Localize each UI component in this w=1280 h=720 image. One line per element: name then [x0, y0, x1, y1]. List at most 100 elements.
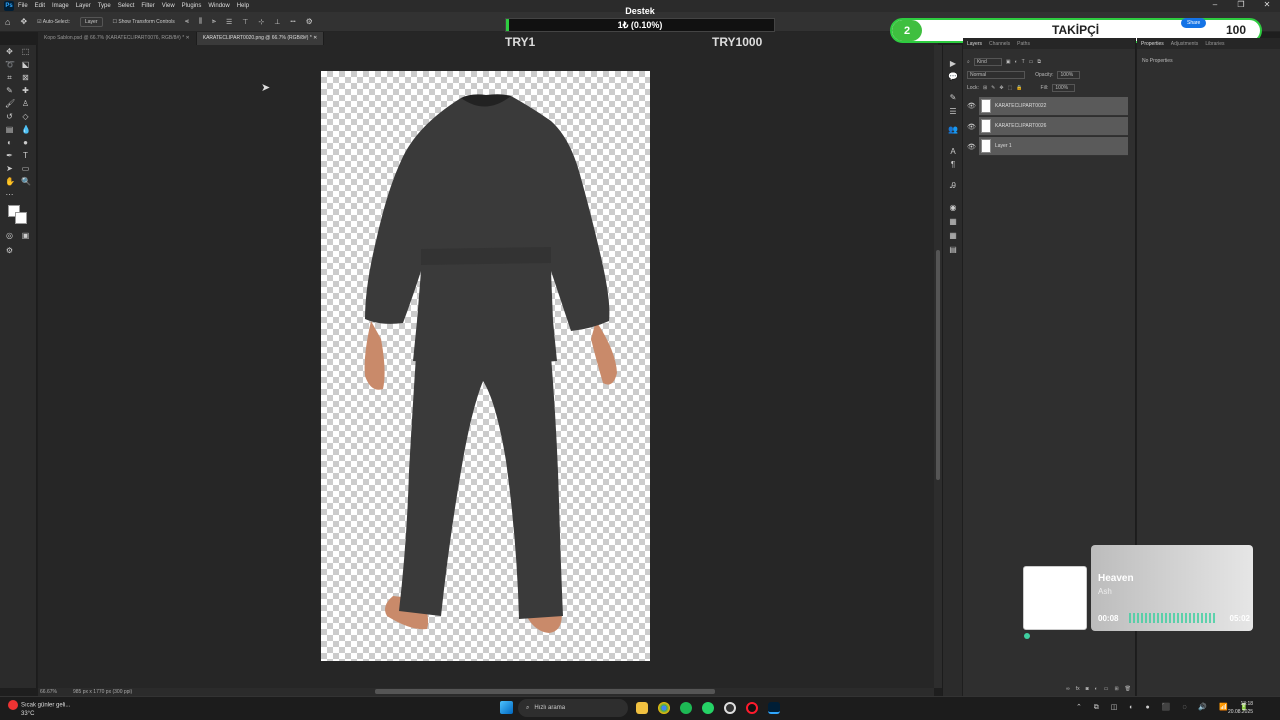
menu-select[interactable]: Select [118, 3, 135, 9]
weather-widget[interactable]: Sıcak günler geli... 33°C [8, 700, 70, 718]
blend-mode-dropdown[interactable]: Normal [967, 70, 1026, 79]
menu-window[interactable]: Window [208, 3, 229, 9]
table-icon[interactable]: ▦ [947, 231, 959, 241]
people-icon[interactable]: 👥 [947, 125, 959, 135]
filter-smart-icon[interactable]: ⧉ [1037, 59, 1041, 65]
swatches-icon[interactable]: ▤ [947, 245, 959, 255]
zoom-level[interactable]: 66.67% [40, 689, 57, 695]
more-tools-icon[interactable]: ⋯ [5, 190, 14, 199]
horizontal-scrollbar-thumb[interactable] [375, 689, 715, 694]
zoom-tool-icon[interactable]: 🔍 [21, 177, 31, 186]
menu-image[interactable]: Image [52, 3, 69, 9]
blur-tool-icon[interactable]: 💧 [21, 125, 31, 134]
menu-layer[interactable]: Layer [76, 3, 91, 9]
photoshop-taskbar-icon[interactable] [768, 702, 780, 714]
move-tool-icon[interactable]: ✥ [5, 47, 14, 56]
quick-mask-icon[interactable]: ◎ [5, 231, 14, 240]
type-tool-icon[interactable]: T [21, 151, 30, 160]
lasso-tool-icon[interactable]: ➰ [5, 60, 15, 69]
filter-adjust-icon[interactable]: ◐ [1015, 59, 1018, 65]
healing-tool-icon[interactable]: ✚ [21, 86, 30, 95]
layer-row[interactable]: Layer 1 [979, 137, 1128, 156]
fx-icon[interactable]: fx [1076, 686, 1080, 692]
system-tray-icons[interactable]: ⌃ ⧉ ◫ ◐ ● ⬛ ◌ 🔊 📶 🔋 [1076, 703, 1253, 712]
menu-help[interactable]: Help [237, 3, 249, 9]
menu-view[interactable]: View [162, 3, 175, 9]
tab-libraries[interactable]: Libraries [1205, 41, 1224, 47]
hand-tool-icon[interactable]: ✋ [5, 177, 15, 186]
path-select-tool-icon[interactable]: ➤ [5, 164, 14, 173]
edit-toolbar-icon[interactable]: ⚙ [5, 246, 14, 255]
visibility-eye-icon[interactable]: 👁 [967, 103, 976, 111]
minimize-button[interactable]: – [1202, 0, 1228, 12]
spotify-icon[interactable] [680, 702, 692, 714]
tab-channels[interactable]: Channels [989, 41, 1010, 47]
opera-icon[interactable] [746, 702, 758, 714]
vertical-scrollbar-thumb[interactable] [936, 250, 940, 480]
menu-filter[interactable]: Filter [141, 3, 154, 9]
menu-plugins[interactable]: Plugins [182, 3, 202, 9]
align-center-icon[interactable]: ⫼ [199, 18, 202, 26]
brush-tool-icon[interactable]: 🖌 [5, 99, 15, 108]
gear-icon[interactable]: ⚙ [306, 17, 313, 26]
group-icon[interactable]: ▭ [1104, 686, 1109, 692]
lock-pixels-icon[interactable]: ⊞ [983, 85, 987, 91]
tab-kopo-sablon[interactable]: Kopo Sablon.psd @ 66.7% (KARATECLIPART00… [38, 32, 197, 45]
whatsapp-icon[interactable] [702, 702, 714, 714]
layers-comp-icon[interactable]: ▦ [947, 217, 959, 227]
document-canvas[interactable] [321, 71, 650, 661]
paragraph-icon[interactable]: ¶ [947, 160, 959, 170]
new-layer-icon[interactable]: ⊞ [1114, 686, 1118, 692]
align-top-icon[interactable]: ⊤ [242, 18, 248, 26]
lock-artboard-icon[interactable]: ⬚ [1008, 85, 1013, 91]
visibility-eye-icon[interactable]: 👁 [967, 124, 976, 132]
rectangle-tool-icon[interactable]: ▭ [21, 164, 30, 173]
character-icon[interactable]: A [947, 147, 959, 157]
maximize-button[interactable]: ❐ [1228, 0, 1254, 12]
eraser-tool-icon[interactable]: ◇ [21, 112, 30, 121]
tab-layers[interactable]: Layers [967, 41, 982, 47]
brush-settings-icon[interactable]: ✎ [947, 93, 959, 103]
tab-paths[interactable]: Paths [1017, 41, 1030, 47]
windows-start-icon[interactable] [500, 701, 513, 714]
stamp-tool-icon[interactable]: ♙ [21, 99, 30, 108]
auto-select-checkbox[interactable]: ☑ Auto-Select: [37, 19, 70, 25]
transform-controls-checkbox[interactable]: ☐ Show Transform Controls [113, 19, 175, 25]
object-select-tool-icon[interactable]: ⬕ [21, 60, 30, 69]
menu-type[interactable]: Type [98, 3, 111, 9]
layer-select-dropdown[interactable]: Layer [80, 16, 103, 27]
smudge-tool-icon[interactable]: ● [21, 138, 30, 147]
tab-properties[interactable]: Properties [1141, 41, 1164, 47]
share-button[interactable]: Share [1181, 18, 1207, 28]
gradient-tool-icon[interactable]: ▤ [5, 125, 14, 134]
3d-icon[interactable]: ◉ [947, 203, 959, 213]
align-right-icon[interactable]: ⫸ [212, 18, 216, 26]
layer-row[interactable]: KARATECLIPART0022 [979, 97, 1128, 116]
more-options-button[interactable]: ••• [290, 19, 295, 25]
dodge-tool-icon[interactable]: ◐ [5, 138, 14, 147]
align-bottom-icon[interactable]: ⊥ [274, 18, 280, 26]
distribute-icon[interactable]: ☰ [226, 18, 232, 26]
taskbar-clock[interactable]: 13:18 20.08.2025 [1228, 700, 1253, 716]
tab-karateclipart[interactable]: KARATECLIPART0020.png @ 66.7% (RGB/8#) *… [196, 32, 325, 45]
opacity-field[interactable]: 100% [1057, 70, 1081, 79]
align-middle-icon[interactable]: ⊹ [258, 18, 264, 26]
lock-position-icon[interactable]: ✥ [999, 85, 1003, 91]
menu-edit[interactable]: Edit [35, 3, 45, 9]
menu-file[interactable]: File [18, 3, 28, 9]
glyphs-icon[interactable]: Ꭿ [947, 181, 959, 191]
screen-mode-icon[interactable]: ▣ [21, 231, 30, 240]
comment-icon[interactable]: 💬 [947, 72, 959, 82]
background-color-swatch[interactable] [15, 212, 27, 224]
mask-icon[interactable]: ◙ [1086, 686, 1089, 692]
filter-pixel-icon[interactable]: ▣ [1006, 59, 1011, 65]
play-icon[interactable]: ▶ [947, 59, 959, 69]
move-tool-icon[interactable]: ✥ [20, 17, 27, 26]
tab-adjustments[interactable]: Adjustments [1171, 41, 1199, 47]
lock-all-icon[interactable]: 🔒 [1016, 85, 1022, 91]
adjustment-layer-icon[interactable]: ◐ [1095, 686, 1098, 692]
fill-field[interactable]: 100% [1052, 83, 1076, 92]
taskbar-search[interactable]: ⌕ Hızlı arama [518, 699, 628, 717]
chrome-canary-icon[interactable] [724, 702, 736, 714]
link-icon[interactable]: ∞ [1066, 686, 1070, 692]
